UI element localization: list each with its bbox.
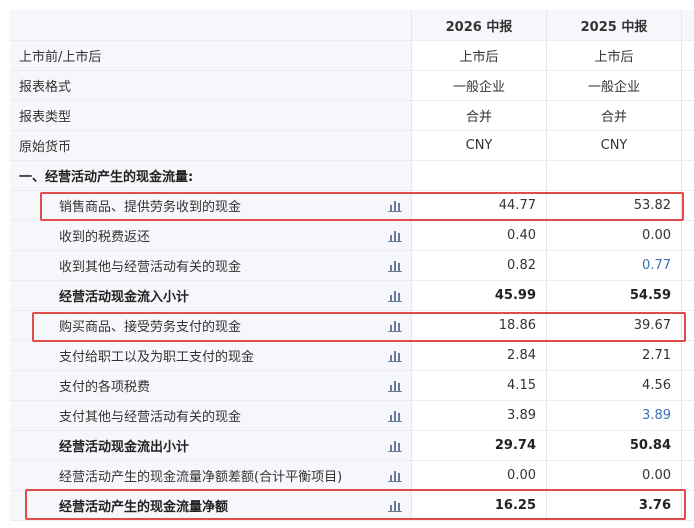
bar-chart-icon[interactable] [388,319,402,332]
column-header-2025[interactable]: 2025 中报 [547,10,682,40]
row-value-2025: 2.71 [547,341,682,370]
row-label: 收到其他与经营活动有关的现金 [10,251,412,280]
meta-row-label: 报表类型 [10,101,412,130]
bar-chart-icon[interactable] [388,199,402,212]
bar-chart-icon[interactable] [388,349,402,362]
row-value-2026: 29.74 [412,431,547,460]
row-label: 支付的各项税费 [10,371,412,400]
meta-row: 原始货币 CNY CNY [10,131,694,161]
table-header-row: 2026 中报 2025 中报 [10,10,694,41]
row-value-2026: 18.86 [412,311,547,340]
row-label: 销售商品、提供劳务收到的现金 [10,191,412,220]
section-title: 一、经营活动产生的现金流量: [10,161,412,190]
column-header-2026[interactable]: 2026 中报 [412,10,547,40]
row-label: 购买商品、接受劳务支付的现金 [10,311,412,340]
meta-row-label: 上市前/上市后 [10,41,412,70]
bar-chart-icon[interactable] [388,289,402,302]
row-label: 支付其他与经营活动有关的现金 [10,401,412,430]
bar-chart-icon[interactable] [388,379,402,392]
row-value-2025: 39.67 [547,311,682,340]
header-label-cell [10,10,412,40]
table-row[interactable]: 支付其他与经营活动有关的现金 3.89 3.89 [10,401,694,431]
row-label: 经营活动现金流入小计 [10,281,412,310]
row-value-2025: 4.56 [547,371,682,400]
bar-chart-icon[interactable] [388,469,402,482]
table-row[interactable]: 销售商品、提供劳务收到的现金 44.77 53.82 [10,191,694,221]
row-value-2026: 0.00 [412,461,547,490]
table-row[interactable]: 经营活动产生的现金流量净额差额(合计平衡项目) 0.00 0.00 [10,461,694,491]
table-row[interactable]: 购买商品、接受劳务支付的现金 18.86 39.67 [10,311,694,341]
section-empty-y1 [412,161,547,190]
row-value-2026: 3.89 [412,401,547,430]
row-label: 经营活动现金流出小计 [10,431,412,460]
meta-row-value-2026: CNY [412,131,547,160]
row-value-2025: 0.00 [547,221,682,250]
meta-row: 上市前/上市后 上市后 上市后 [10,41,694,71]
meta-row-label: 报表格式 [10,71,412,100]
row-value-2025: 3.76 [547,491,682,520]
meta-row: 报表格式 一般企业 一般企业 [10,71,694,101]
cash-flow-table: 2026 中报 2025 中报 上市前/上市后 上市后 上市后 报表格式 一般企… [10,10,694,521]
meta-row: 报表类型 合并 合并 [10,101,694,131]
table-row[interactable]: 收到其他与经营活动有关的现金 0.82 0.77 [10,251,694,281]
table-row[interactable]: 支付的各项税费 4.15 4.56 [10,371,694,401]
row-value-2025: 0.00 [547,461,682,490]
table-row[interactable]: 经营活动产生的现金流量净额 16.25 3.76 [10,491,694,521]
meta-row-value-2026: 合并 [412,101,547,130]
row-value-2026: 2.84 [412,341,547,370]
row-value-2026: 16.25 [412,491,547,520]
row-value-2026: 45.99 [412,281,547,310]
table-row[interactable]: 经营活动现金流入小计 45.99 54.59 [10,281,694,311]
row-value-2025: 0.77 [547,251,682,280]
row-label: 经营活动产生的现金流量净额差额(合计平衡项目) [10,461,412,490]
row-value-2025: 53.82 [547,191,682,220]
row-value-2026: 0.40 [412,221,547,250]
meta-row-value-2025: 上市后 [547,41,682,70]
row-value-2026: 0.82 [412,251,547,280]
row-value-2026: 4.15 [412,371,547,400]
section-empty-y2 [547,161,682,190]
row-value-2025: 54.59 [547,281,682,310]
meta-row-label: 原始货币 [10,131,412,160]
meta-row-value-2025: 一般企业 [547,71,682,100]
bar-chart-icon[interactable] [388,229,402,242]
meta-row-value-2026: 上市后 [412,41,547,70]
row-value-2026: 44.77 [412,191,547,220]
table-row[interactable]: 支付给职工以及为职工支付的现金 2.84 2.71 [10,341,694,371]
bar-chart-icon[interactable] [388,439,402,452]
row-label: 经营活动产生的现金流量净额 [10,491,412,520]
meta-row-value-2025: CNY [547,131,682,160]
meta-row-value-2025: 合并 [547,101,682,130]
row-label: 支付给职工以及为职工支付的现金 [10,341,412,370]
row-value-2025: 3.89 [547,401,682,430]
bar-chart-icon[interactable] [388,499,402,512]
bar-chart-icon[interactable] [388,409,402,422]
table-row[interactable]: 经营活动现金流出小计 29.74 50.84 [10,431,694,461]
section-row: 一、经营活动产生的现金流量: [10,161,694,191]
row-label: 收到的税费返还 [10,221,412,250]
row-value-2025: 50.84 [547,431,682,460]
bar-chart-icon[interactable] [388,259,402,272]
meta-row-value-2026: 一般企业 [412,71,547,100]
table-row[interactable]: 收到的税费返还 0.40 0.00 [10,221,694,251]
